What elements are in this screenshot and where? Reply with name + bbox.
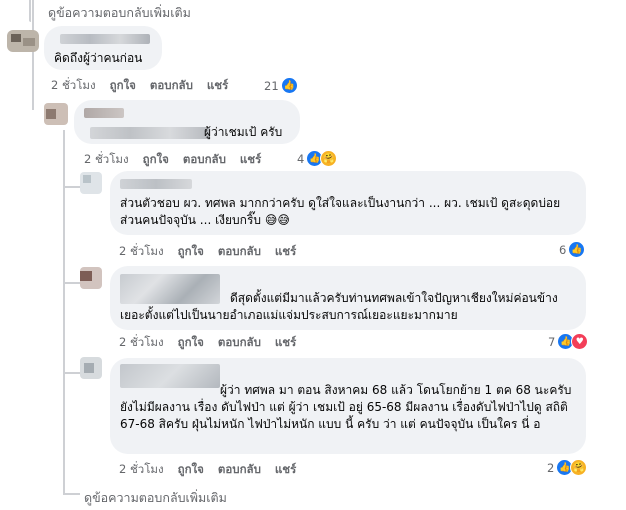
like-icon: 👍	[568, 241, 586, 258]
comment-actions: 2 ชั่วโมง ถูกใจ ตอบกลับ แชร์	[119, 461, 296, 479]
comment-bubble: ผู้ว่า ทศพล มา ตอน สิงหาคม 68 แล้ว โดนโย…	[110, 358, 586, 454]
comment-text: ส่วนตัวชอบ ผว. ทศพล มากกว่าครับ ดูใส่ใจแ…	[120, 196, 561, 227]
like-button[interactable]: ถูกใจ	[178, 334, 204, 352]
reply-button[interactable]: ตอบกลับ	[218, 243, 261, 261]
blurred-text	[90, 127, 210, 139]
like-icon: 👍	[280, 77, 298, 94]
comment-time[interactable]: 2 ชั่วโมง	[84, 151, 129, 169]
thread-line	[29, 0, 31, 22]
comment-bubble: คิดถึงผู้ว่าคนก่อน	[44, 26, 162, 70]
thread-line	[64, 493, 80, 495]
love-icon: ♥	[571, 333, 589, 350]
reaction-summary[interactable]: 21 👍	[264, 77, 298, 94]
comment-bubble: ส่วนตัวชอบ ผว. ทศพล มากกว่าครับ ดูใส่ใจแ…	[110, 171, 586, 235]
author-name-blurred[interactable]	[84, 108, 124, 118]
comment-time[interactable]: 2 ชั่วโมง	[119, 461, 164, 479]
comment-text: คิดถึงผู้ว่าคนก่อน	[54, 51, 143, 65]
share-button[interactable]: แชร์	[275, 243, 296, 261]
more-replies-top-link[interactable]: ดูข้อความตอบกลับเพิ่มเติม	[48, 3, 191, 23]
reaction-summary[interactable]: 2 👍 🤗	[547, 459, 588, 476]
reply-button[interactable]: ตอบกลับ	[183, 151, 226, 169]
reaction-count: 2	[547, 460, 555, 475]
avatar[interactable]	[80, 357, 102, 379]
avatar[interactable]	[80, 172, 102, 194]
reply-button[interactable]: ตอบกลับ	[150, 77, 193, 95]
comment-actions: 2 ชั่วโมง ถูกใจ ตอบกลับ แชร์	[51, 77, 228, 95]
thread-line	[63, 130, 65, 495]
share-button[interactable]: แชร์	[275, 334, 296, 352]
comment-actions: 2 ชั่วโมง ถูกใจ ตอบกลับ แชร์	[119, 334, 296, 352]
avatar[interactable]	[44, 103, 68, 125]
comment-actions: 2 ชั่วโมง ถูกใจ ตอบกลับ แชร์	[84, 151, 261, 169]
like-button[interactable]: ถูกใจ	[178, 461, 204, 479]
reaction-count: 7	[548, 334, 556, 349]
reaction-summary[interactable]: 4 👍 🤗	[297, 150, 338, 167]
reply-button[interactable]: ตอบกลับ	[218, 334, 261, 352]
comment-time[interactable]: 2 ชั่วโมง	[51, 77, 96, 95]
avatar[interactable]	[80, 267, 102, 289]
comment-time[interactable]: 2 ชั่วโมง	[119, 243, 164, 261]
comment-actions: 2 ชั่วโมง ถูกใจ ตอบกลับ แชร์	[119, 243, 296, 261]
share-button[interactable]: แชร์	[275, 461, 296, 479]
comment-time[interactable]: 2 ชั่วโมง	[119, 334, 164, 352]
share-button[interactable]: แชร์	[240, 151, 261, 169]
comment-text: ดีสุดตั้งแต่มีมาแล้วครับท่านทศพลเข้าใจปั…	[120, 291, 558, 322]
reaction-summary[interactable]: 7 👍 ♥	[548, 333, 589, 350]
reaction-count: 21	[264, 78, 279, 93]
comment-text: ผู้ว่า ทศพล มา ตอน สิงหาคม 68 แล้ว โดนโย…	[120, 383, 572, 431]
share-button[interactable]: แชร์	[207, 77, 228, 95]
reaction-summary[interactable]: 6 👍	[559, 241, 586, 258]
more-replies-bottom-link[interactable]: ดูข้อความตอบกลับเพิ่มเติม	[84, 488, 227, 508]
comment-bubble: ดีสุดตั้งแต่มีมาแล้วครับท่านทศพลเข้าใจปั…	[110, 266, 586, 330]
author-name-blurred[interactable]	[60, 34, 150, 44]
like-button[interactable]: ถูกใจ	[178, 243, 204, 261]
avatar[interactable]	[7, 30, 39, 52]
reaction-count: 4	[297, 151, 305, 166]
reaction-count: 6	[559, 242, 567, 257]
like-button[interactable]: ถูกใจ	[143, 151, 169, 169]
care-icon: 🤗	[320, 150, 338, 167]
care-icon: 🤗	[570, 459, 588, 476]
author-name-blurred[interactable]	[120, 179, 192, 189]
comment-bubble: ผู้ว่าเชมเป้ ครับ	[74, 100, 300, 144]
comment-text: ผู้ว่าเชมเป้ ครับ	[204, 125, 283, 139]
like-button[interactable]: ถูกใจ	[110, 77, 136, 95]
reply-button[interactable]: ตอบกลับ	[218, 461, 261, 479]
thread-line	[32, 0, 34, 110]
